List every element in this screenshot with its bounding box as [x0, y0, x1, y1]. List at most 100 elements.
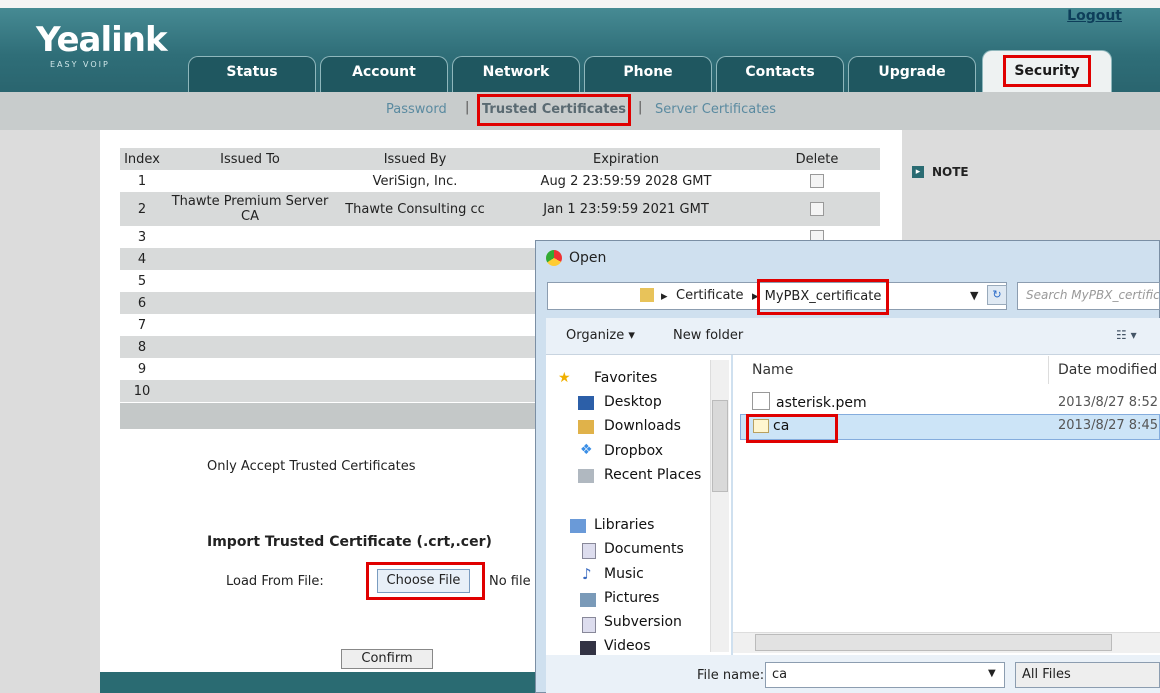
logout-link[interactable]: Logout: [1067, 8, 1122, 24]
column-divider: [1048, 356, 1049, 384]
dialog-toolbar: [546, 318, 1160, 355]
nav-videos[interactable]: Videos: [604, 638, 651, 652]
file-date: 2013/8/27 8:45: [1058, 418, 1158, 433]
subnav-password[interactable]: Password: [386, 102, 447, 117]
libraries-icon: [570, 519, 586, 533]
tab-status[interactable]: Status: [188, 56, 316, 92]
nav-music[interactable]: Music: [604, 566, 644, 582]
note-label: NOTE: [932, 165, 969, 179]
only-accept-label: Only Accept Trusted Certificates: [207, 459, 416, 474]
col-delete: Delete: [795, 151, 839, 167]
choose-file-button[interactable]: Choose File: [377, 569, 470, 593]
tab-upgrade[interactable]: Upgrade: [848, 56, 976, 92]
row-issued-by: [330, 358, 500, 380]
breadcrumb-certificate[interactable]: Certificate: [676, 288, 744, 303]
file-asterisk-pem[interactable]: asterisk.pem: [776, 395, 867, 411]
row-issued-to: [170, 380, 330, 402]
row-expiration: Jan 1 23:59:59 2021 GMT: [543, 201, 709, 217]
delete-checkbox[interactable]: [810, 202, 824, 216]
top-edge: [0, 0, 1160, 8]
tab-security-label: Security: [1003, 55, 1091, 87]
col-issued-by: Issued By: [383, 151, 447, 167]
row-index: 3: [137, 229, 147, 245]
row-issued-by: [330, 226, 500, 248]
row-index: 2: [137, 201, 147, 217]
breadcrumb-mypbx-certificate[interactable]: MyPBX_certificate: [757, 279, 889, 315]
row-issued-to: [170, 292, 330, 314]
file-date: 2013/8/27 8:52: [1058, 395, 1158, 410]
nav-libraries[interactable]: Libraries: [594, 517, 654, 533]
nav-favorites[interactable]: Favorites: [594, 370, 657, 386]
view-options-icon[interactable]: ☷ ▾: [1116, 328, 1137, 342]
desktop-icon: [578, 396, 594, 410]
table-header: Index Issued To Issued By Expiration Del…: [120, 148, 880, 170]
new-folder-button[interactable]: New folder: [673, 328, 743, 343]
row-delete-cell: [782, 170, 852, 192]
videos-icon: [580, 641, 596, 655]
note-icon: ▸: [912, 166, 924, 178]
nav-pictures[interactable]: Pictures: [604, 590, 659, 606]
nav-downloads[interactable]: Downloads: [604, 418, 681, 434]
row-index: 1: [137, 173, 147, 189]
file-name-label: File name:: [697, 668, 765, 683]
delete-checkbox[interactable]: [810, 174, 824, 188]
row-index: 5: [137, 273, 147, 289]
row-index: 7: [137, 317, 147, 333]
load-from-file-label: Load From File:: [226, 574, 324, 589]
nav-desktop[interactable]: Desktop: [604, 394, 662, 410]
row-issued-to: [170, 248, 330, 270]
row-issued-by: Thawte Consulting cc: [345, 201, 485, 217]
music-icon: ♪: [582, 565, 592, 583]
chrome-icon: [546, 250, 562, 266]
col-issued-to: Issued To: [220, 151, 280, 167]
tab-phone[interactable]: Phone: [584, 56, 712, 92]
row-index: 10: [133, 383, 151, 399]
row-issued-by: [330, 380, 500, 402]
subnav-divider: |: [638, 100, 643, 115]
nav-dropbox[interactable]: Dropbox: [604, 443, 663, 459]
certificate-icon: [753, 419, 769, 433]
recent-places-icon: [578, 469, 594, 483]
table-row: 1 VeriSign, Inc. Aug 2 23:59:59 2028 GMT: [120, 170, 880, 192]
address-dropdown-icon[interactable]: ▼: [970, 289, 978, 302]
file-type-select[interactable]: All Files: [1015, 662, 1160, 688]
col-expiration: Expiration: [593, 151, 659, 167]
file-hscroll-thumb[interactable]: [755, 634, 1112, 651]
row-index: 9: [137, 361, 147, 377]
row-issued-to: [170, 358, 330, 380]
import-title: Import Trusted Certificate (.crt,.cer): [207, 534, 492, 550]
column-name[interactable]: Name: [752, 362, 793, 378]
logo: Yealink: [36, 20, 168, 60]
row-issued-to: [170, 336, 330, 358]
table-row: 2 Thawte Premium Server CA Thawte Consulti…: [120, 192, 880, 226]
row-issued-to: [170, 314, 330, 336]
column-date-modified[interactable]: Date modified: [1058, 362, 1157, 378]
subnav-server-certificates[interactable]: Server Certificates: [655, 102, 776, 117]
subnav-divider: |: [465, 100, 470, 115]
tab-contacts[interactable]: Contacts: [716, 56, 844, 92]
pictures-icon: [580, 593, 596, 607]
file-ca[interactable]: ca: [773, 418, 789, 434]
nav-documents[interactable]: Documents: [604, 541, 684, 557]
search-input[interactable]: Search MyPBX_certificate: [1017, 282, 1160, 310]
logo-tagline: EASY VOIP: [50, 60, 110, 69]
folder-icon: [640, 288, 654, 302]
tab-network[interactable]: Network: [452, 56, 580, 92]
favorites-star-icon: ★: [558, 370, 571, 386]
file-name-input[interactable]: ca: [765, 662, 1005, 688]
subnav-trusted-certificates[interactable]: Trusted Certificates: [477, 94, 631, 126]
confirm-button[interactable]: Confirm: [341, 649, 433, 669]
breadcrumb-sep: ▸: [661, 289, 668, 304]
subversion-icon: [582, 617, 596, 633]
file-name-dropdown-icon[interactable]: ▼: [988, 668, 996, 679]
row-issued-to: [170, 226, 330, 248]
row-index: 6: [137, 295, 147, 311]
tab-security[interactable]: Security: [982, 50, 1112, 92]
nav-scroll-thumb[interactable]: [712, 400, 728, 492]
dialog-title: Open: [569, 250, 607, 266]
nav-subversion[interactable]: Subversion: [604, 614, 682, 630]
nav-recent-places[interactable]: Recent Places: [604, 467, 701, 483]
refresh-icon[interactable]: ↻: [987, 285, 1007, 305]
tab-account[interactable]: Account: [320, 56, 448, 92]
organize-button[interactable]: Organize ▾: [566, 328, 635, 343]
